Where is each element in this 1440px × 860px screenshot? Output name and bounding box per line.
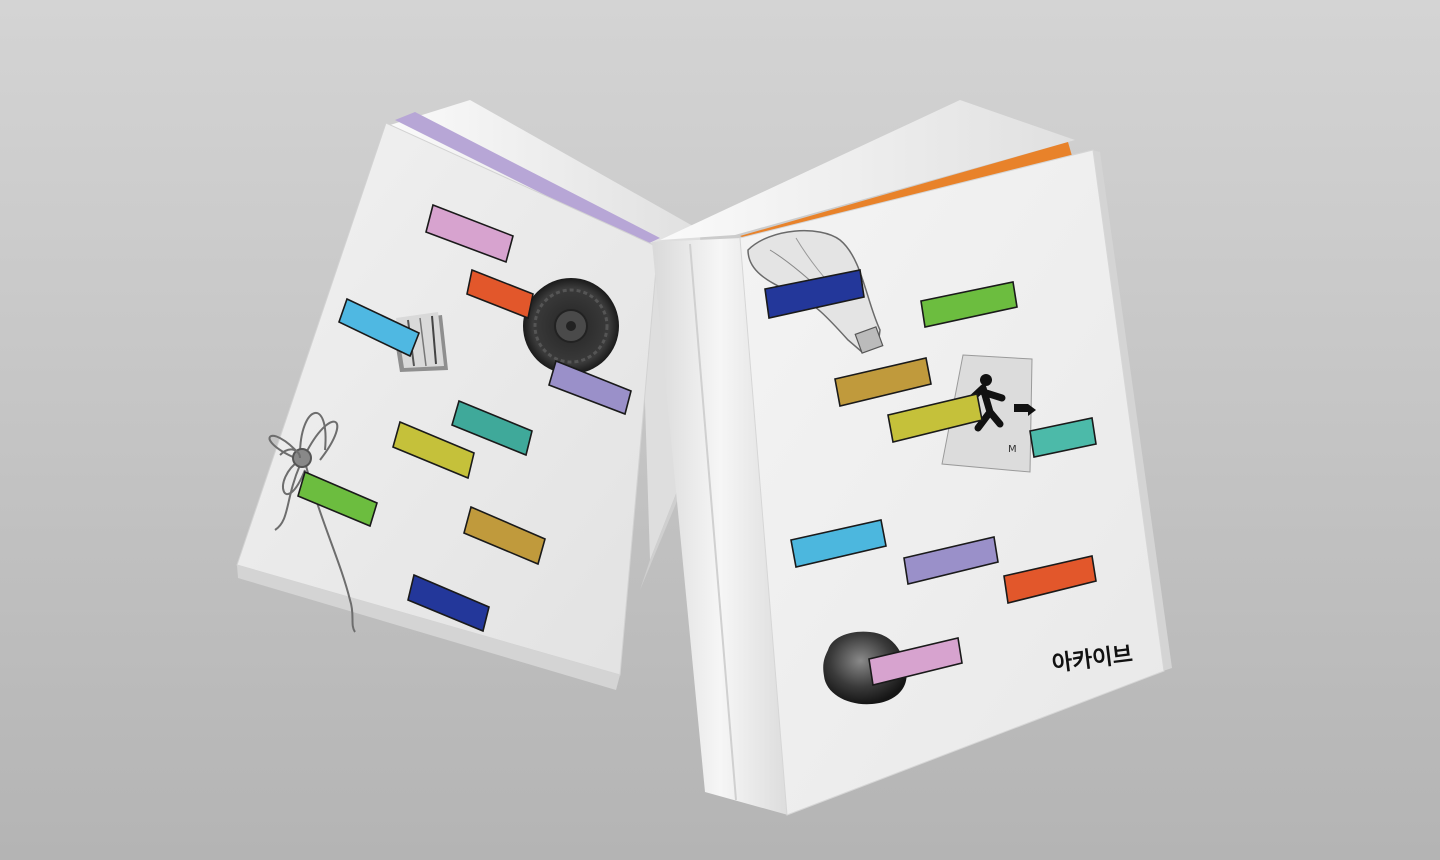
- tire-image: [523, 278, 619, 374]
- svg-text:M: M: [1008, 444, 1017, 455]
- books-illustration: M 아카이브: [236, 100, 1172, 816]
- right-book: M 아카이브: [652, 100, 1172, 816]
- book-mockup-scene: M 아카이브: [0, 0, 1440, 860]
- left-book: [236, 100, 705, 690]
